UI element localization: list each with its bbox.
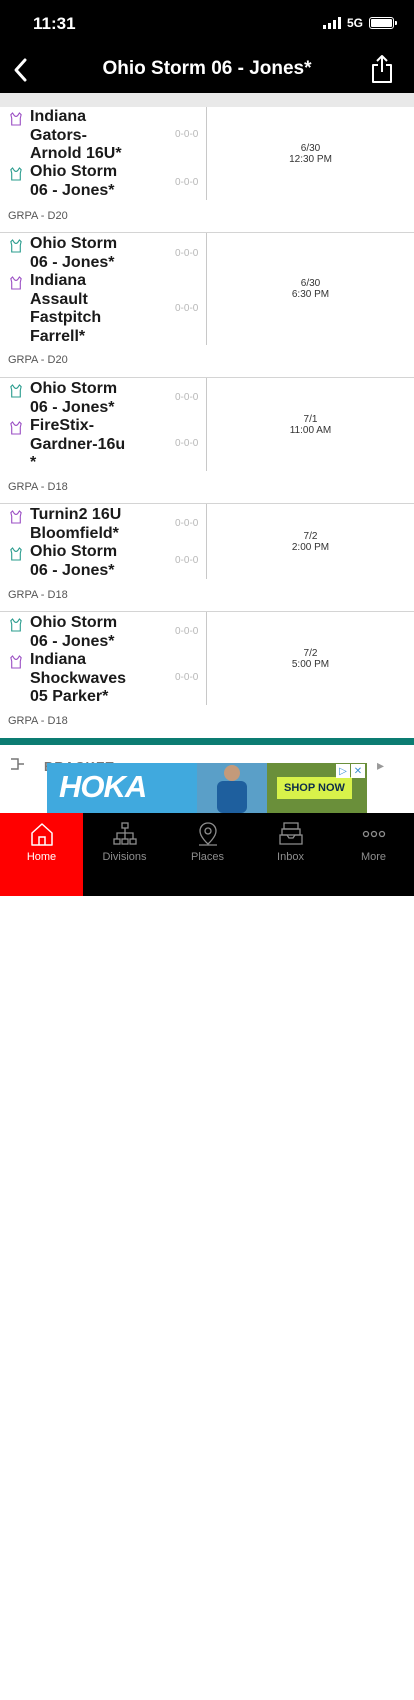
game-date: 6/30 — [300, 278, 321, 289]
game-card[interactable]: Ohio Storm 06 - Jones* FireStix-Gardner-… — [0, 378, 414, 504]
tab-label: Places — [190, 851, 225, 863]
tab-label: More — [360, 851, 387, 863]
jersey-teal-icon — [0, 380, 22, 399]
ad-brand: HOKA — [59, 769, 147, 804]
team-score: 0-0-0 — [175, 248, 199, 259]
team-score: 0-0-0 — [175, 518, 199, 529]
team-name: Ohio Storm 06 - Jones* — [30, 543, 118, 579]
divisions-icon — [112, 822, 137, 845]
home-indicator[interactable] — [134, 1695, 281, 1700]
team-name: FireStix-Gardner-16u * — [30, 417, 126, 471]
game-datetime: 6/30 12:30 PM — [207, 143, 414, 165]
share-icon[interactable] — [370, 54, 394, 84]
home-icon — [30, 823, 53, 846]
team-row: Ohio Storm 06 - Jones* — [0, 235, 414, 272]
division-label: GRPA - D18 — [8, 589, 68, 601]
map-pin-icon — [198, 822, 217, 846]
page-title: Ohio Storm 06 - Jones* — [102, 58, 312, 79]
bracket-icon — [11, 758, 24, 770]
team-name: Indiana Assault Fastpitch Farrell* — [30, 272, 102, 345]
status-indicators: 5G — [322, 16, 397, 30]
team-score: 0-0-0 — [175, 129, 199, 140]
team-row: Ohio Storm 06 - Jones* — [0, 380, 414, 417]
game-datetime: 7/2 2:00 PM — [207, 531, 414, 553]
game-time: 12:30 PM — [289, 154, 332, 165]
team-name: Turnin2 16U Bloomfield* — [30, 506, 122, 542]
team-score: 0-0-0 — [175, 626, 199, 637]
tab-divisions[interactable]: Divisions — [83, 813, 166, 896]
jersey-teal-icon — [0, 614, 22, 633]
tab-label: Home — [26, 851, 57, 863]
game-datetime: 7/1 11:00 AM — [207, 414, 414, 436]
team-row: Ohio Storm 06 - Jones* — [0, 614, 414, 651]
game-card[interactable]: Indiana Gators-Arnold 16U* Ohio Storm 06… — [0, 107, 414, 233]
ad-banner[interactable]: HOKA SHOP NOW ▷ ✕ — [47, 763, 367, 813]
ad-close-icon[interactable]: ✕ — [351, 764, 365, 778]
tab-more[interactable]: More — [332, 813, 414, 896]
jersey-purple-icon — [0, 417, 22, 436]
jersey-teal-icon — [0, 163, 22, 182]
team-score: 0-0-0 — [175, 438, 199, 449]
game-time: 11:00 AM — [289, 425, 332, 436]
game-datetime: 6/30 6:30 PM — [207, 278, 414, 300]
division-label: GRPA - D18 — [8, 715, 68, 727]
team-name: Indiana Shockwaves 05 Parker* — [30, 651, 127, 705]
division-label: GRPA - D20 — [8, 354, 68, 366]
team-score: 0-0-0 — [175, 555, 199, 566]
team-name: Ohio Storm 06 - Jones* — [30, 235, 118, 271]
tab-home[interactable]: Home — [0, 813, 83, 896]
section-divider — [0, 738, 414, 745]
team-name: Ohio Storm 06 - Jones* — [30, 614, 118, 650]
jersey-purple-icon — [0, 272, 22, 291]
game-card[interactable]: Ohio Storm 06 - Jones* Indiana Assault F… — [0, 233, 414, 378]
game-datetime: 7/2 5:00 PM — [207, 648, 414, 670]
list-top-divider — [0, 93, 414, 107]
jersey-purple-icon — [0, 506, 22, 525]
team-score: 0-0-0 — [175, 177, 199, 188]
top-bar: 11:31 5G Ohio Storm 06 - Jones* — [0, 0, 414, 93]
team-score: 0-0-0 — [175, 392, 199, 403]
ad-cta-button[interactable]: SHOP NOW — [277, 777, 352, 799]
status-time: 11:31 — [33, 14, 76, 33]
game-card[interactable]: Turnin2 16U Bloomfield* Ohio Storm 06 - … — [0, 504, 414, 612]
games-list: Indiana Gators-Arnold 16U* Ohio Storm 06… — [0, 107, 414, 739]
network-label: 5G — [346, 16, 363, 30]
team-name: Indiana Gators-Arnold 16U* — [30, 108, 122, 162]
game-card[interactable]: Ohio Storm 06 - Jones* Indiana Shockwave… — [0, 612, 414, 739]
team-score: 0-0-0 — [175, 303, 199, 314]
tab-label: Divisions — [102, 851, 147, 863]
game-time: 2:00 PM — [291, 542, 330, 553]
jersey-teal-icon — [0, 543, 22, 562]
game-date: 6/30 — [300, 143, 321, 154]
game-time: 5:00 PM — [291, 659, 330, 670]
team-name: Ohio Storm 06 - Jones* — [30, 163, 118, 199]
team-name: Ohio Storm 06 - Jones* — [30, 380, 118, 416]
division-label: GRPA - D18 — [8, 481, 68, 493]
team-score: 0-0-0 — [175, 672, 199, 683]
game-time: 6:30 PM — [291, 289, 330, 300]
signal-icon — [322, 17, 341, 29]
jersey-purple-icon — [0, 651, 22, 670]
runner-image — [197, 763, 267, 813]
division-label: GRPA - D20 — [8, 210, 68, 222]
inbox-icon — [278, 822, 303, 845]
jersey-teal-icon — [0, 235, 22, 254]
tab-label: Inbox — [277, 851, 304, 863]
game-date: 7/1 — [303, 414, 318, 425]
tab-inbox[interactable]: Inbox — [249, 813, 332, 896]
more-icon — [362, 830, 385, 838]
jersey-purple-icon — [0, 108, 22, 127]
team-row: Ohio Storm 06 - Jones* — [0, 163, 414, 200]
tab-bar: Home Divisions Places Inbox More — [0, 813, 414, 1700]
ad-choices[interactable]: ▷ ✕ — [336, 764, 365, 778]
battery-icon — [369, 17, 397, 29]
game-date: 7/2 — [303, 531, 318, 542]
chevron-right-icon: ▸ — [376, 757, 384, 773]
ad-info-icon[interactable]: ▷ — [336, 764, 350, 778]
game-date: 7/2 — [303, 648, 318, 659]
tab-places[interactable]: Places — [166, 813, 249, 896]
